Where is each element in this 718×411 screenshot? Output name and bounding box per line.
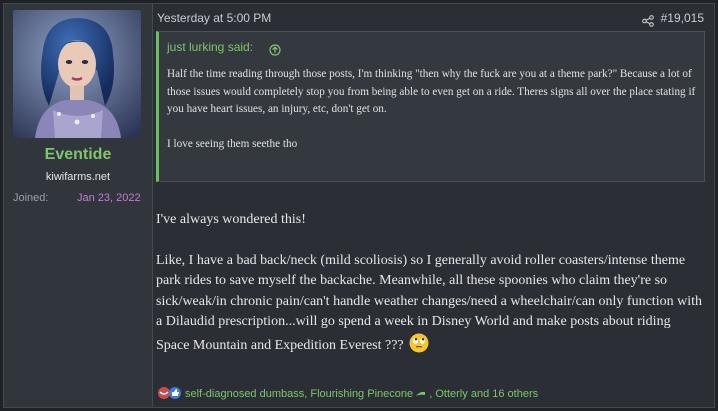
user-sidebar: Eventide kiwifarms.net Joined: Jan 23, 2…: [4, 4, 153, 407]
username[interactable]: Eventide: [4, 146, 152, 164]
post-date[interactable]: Yesterday at 5:00 PM: [157, 11, 271, 25]
avatar[interactable]: [13, 10, 141, 138]
post-main: Yesterday at 5:00 PM #19,015 just lurkin…: [153, 4, 714, 407]
quote-paragraph: I love seeing them seethe tho: [167, 137, 298, 150]
quote-text: Half the time reading through those post…: [167, 66, 697, 153]
flag-icon: [416, 388, 429, 400]
quote-block: just lurking said: Half the time reading…: [156, 31, 705, 182]
joined-label: Joined:: [13, 192, 49, 204]
quote-paragraph: Half the time reading through those post…: [167, 68, 696, 116]
post-container: Eventide kiwifarms.net Joined: Jan 23, 2…: [3, 3, 715, 408]
share-icon[interactable]: [642, 12, 654, 31]
user-title: kiwifarms.net: [45, 171, 111, 183]
quote-author[interactable]: just lurking said:: [167, 40, 253, 54]
reactions-bar[interactable]: self-diagnosed dumbass, Flourishing Pine…: [157, 386, 538, 403]
post-body: I've always wondered this! Like, I have …: [156, 210, 704, 361]
reaction-user-3[interactable]: Otterly: [435, 388, 467, 400]
body-paragraph: I've always wondered this!: [156, 212, 306, 227]
joined-date: Jan 23, 2022: [77, 192, 141, 204]
body-paragraph-2: Like, I have a bad back/neck (mild scoli…: [156, 251, 704, 361]
reaction-icons: [157, 386, 183, 403]
reaction-user-2[interactable]: Flourishing Pinecone: [310, 388, 413, 400]
body-paragraph-text: Like, I have a bad back/neck (mild scoli…: [156, 252, 702, 353]
post-number[interactable]: #19,015: [661, 11, 704, 25]
reaction-user-1[interactable]: self-diagnosed dumbass: [185, 388, 304, 400]
rolling-eyes-emoji: [409, 333, 429, 361]
arrow-up-icon[interactable]: [269, 41, 281, 60]
reaction-others[interactable]: and 16 others: [471, 388, 538, 400]
